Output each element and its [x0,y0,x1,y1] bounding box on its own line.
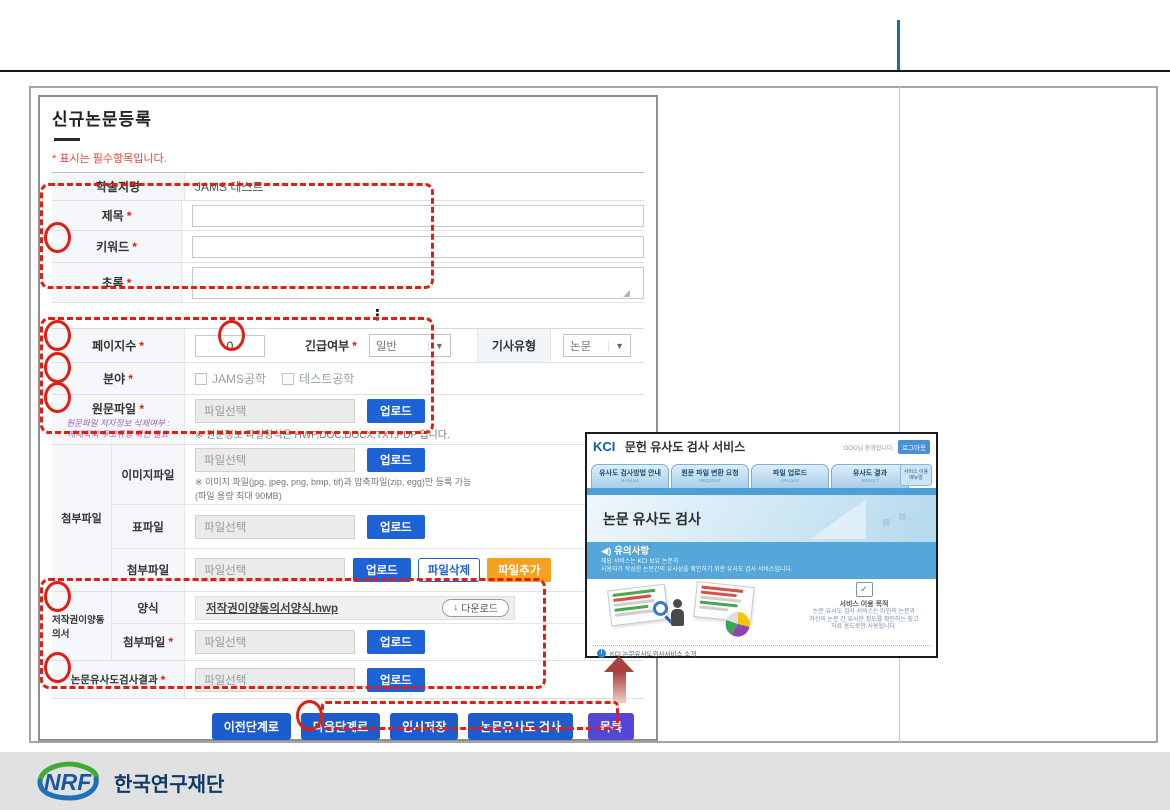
chevron-down-icon: ▼ [608,341,624,351]
annotation-box-pages-field-manuscript [40,317,434,434]
table-file-row: 표파일 파일선택 업로드 [112,505,644,549]
kci-similarity-service-window: KCI 문헌 유사도 검사 서비스 OOO님 환영합니다. 로그아웃 유사도 검… [585,432,938,658]
kci-logout-button[interactable]: 로그아웃 [898,440,930,454]
kci-header: KCI 문헌 유사도 검사 서비스 OOO님 환영합니다. 로그아웃 [587,434,936,460]
image-file-label: 이미지파일 [112,445,185,504]
kci-service-title: 문헌 유사도 검사 서비스 [625,440,745,454]
table-file-select-input[interactable]: 파일선택 [195,515,355,539]
kci-purpose-panel: ✓ 서비스 이용 목적 논문 유사도 검사 서비스는 타인의 논문과 자신의 논… [799,582,929,632]
article-type-value: 논문 [570,338,591,354]
required-fields-note: * 표시는 필수항목입니다. [52,153,644,166]
kci-banner: 논문 유사도 검사 [587,495,936,542]
kci-blue-strip [587,488,936,495]
attachments-group: 첨부파일 이미지파일 파일선택 업로드 ※ 이미지 파일(jpg, jpeg, … [52,445,644,592]
kci-tab-result[interactable]: 유사도 결과RESULT [831,464,909,488]
kci-purpose-line1: 논문 유사도 검사 서비스는 타인의 논문과 [813,609,915,617]
magnifier-icon [653,601,668,616]
person-icon [673,599,682,608]
article-type-select[interactable]: 논문 ▼ [563,334,631,357]
annotation-box-title-keyword-abstract [40,183,434,289]
top-blue-tick [897,20,900,70]
checklist-icon: ✓ [856,582,873,597]
kci-tab-bar: 유사도 검사방법 안내MANUAL 원문 파일 변환 요청REQUEST 파일 … [587,460,936,488]
footer-org-name: 한국연구재단 [114,773,225,796]
banner-square-decoration [899,513,906,520]
table-file-label: 표파일 [112,505,185,548]
image-note-line1: ※ 이미지 파일(jpg, jpeg, png, bmp, tif)과 압축파일… [195,475,471,488]
annotation-circle-buttons [296,700,323,731]
kci-notice-line2: 사용자가 작성한 논문간의 유사성을 확인하기 위한 유사도 검사 서비스입니다… [601,566,922,574]
kci-banner-title: 논문 유사도 검사 [603,509,701,529]
kci-content-area: ✓ 서비스 이용 목적 논문 유사도 검사 서비스는 타인의 논문과 자신의 논… [587,579,936,645]
kci-manual-button[interactable]: 서비스 이용 매뉴얼 [900,464,932,486]
kci-purpose-line3: 자료 용도로만 사용됩니다. [831,624,897,632]
prev-step-button[interactable]: 이전단계로 [212,713,291,740]
annotation-box-buttons [321,701,619,730]
banner-triangle-decoration [811,499,866,539]
annotation-box-copyright-similarity [40,578,546,689]
title-underline [54,138,80,141]
kci-logo: KCI [593,439,615,454]
image-file-row: 이미지파일 파일선택 업로드 ※ 이미지 파일(jpg, jpeg, png, … [112,445,644,505]
banner-square-decoration [883,519,890,526]
person-body [671,609,684,626]
kci-notice-title: 유의사항 [614,546,649,557]
nrf-logo: NRF 한국연구재단 [30,760,330,802]
image-upload-button[interactable]: 업로드 [367,448,425,472]
kci-purpose-title: 서비스 이용 목적 [840,599,889,609]
kci-welcome-text: OOO님 환영합니다. [844,443,894,452]
kci-notice-bar: ◀) 유의사항 해당 서비스는 KCI 보유 논문과 사용자가 작성한 논문간의… [587,542,936,579]
top-horizontal-rule [0,70,1170,72]
article-type-label: 기사유형 [492,337,536,354]
nrf-logo-text: NRF [44,769,92,795]
speaker-icon: ◀) [601,546,611,557]
page: 신규논문등록 * 표시는 필수항목입니다. 학술지명 JAMS 테스트 제목* … [0,0,1170,810]
image-note-line2: (파일 용량 최대 90MB) [195,489,282,502]
annotation-arrow-up [604,656,634,704]
resize-handle-icon[interactable] [623,290,630,297]
attachments-group-label: 첨부파일 [52,445,112,591]
page-title: 신규논문등록 [52,109,644,131]
table-upload-button[interactable]: 업로드 [367,515,425,539]
pie-chart-icon [725,611,751,637]
image-file-select-input[interactable]: 파일선택 [195,448,355,472]
kci-notice-line1: 해당 서비스는 KCI 보유 논문과 [601,558,922,566]
kci-intro-link-row: i KCI 논문유사도검사서비스 소개 [593,645,930,660]
kci-tab-manual[interactable]: 유사도 검사방법 안내MANUAL [591,464,669,488]
footer: NRF 한국연구재단 [0,752,1170,810]
kci-tab-upload[interactable]: 파일 업로드UPLOAD [751,464,829,488]
kci-purpose-line2: 자신의 논문 간 유사한 정도를 확인하는 참고 [809,617,918,625]
kci-tab-request[interactable]: 원문 파일 변환 요청REQUEST [671,464,749,488]
